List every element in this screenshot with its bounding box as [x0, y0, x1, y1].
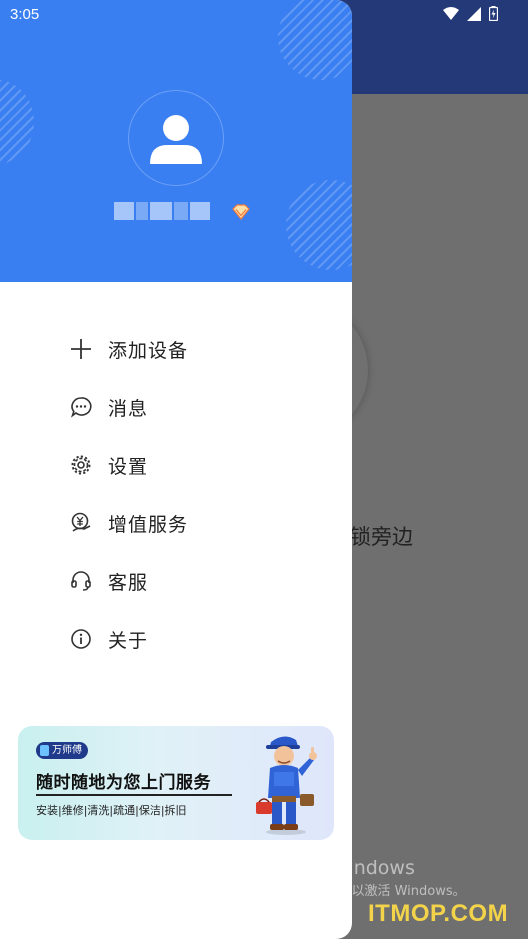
status-bar: 3:05 [0, 0, 528, 30]
message-icon [70, 396, 92, 418]
promo-banner[interactable]: 万师傅 随时随地为您上门服务 安装|维修|清洗|疏通|保洁|拆旧 [18, 726, 334, 840]
yuan-service-icon [70, 512, 92, 534]
user-icon [150, 115, 202, 164]
navigation-drawer: 添加设备 消息 设置 增值服务 客服 关于 万师傅 随时随地为您上门服务 安装|… [0, 0, 352, 939]
banner-headline: 随时随地为您上门服务 [36, 773, 211, 793]
menu-item-messages[interactable]: 消息 [0, 378, 352, 436]
menu-item-label: 关于 [108, 629, 149, 652]
wifi-icon [443, 7, 459, 20]
menu-item-label: 消息 [108, 397, 149, 420]
menu-item-label: 增值服务 [108, 513, 189, 536]
battery-icon [489, 6, 498, 21]
drawer-header [0, 0, 352, 282]
menu-item-about[interactable]: 关于 [0, 610, 352, 668]
background-hint-text: 锁旁边 [350, 525, 413, 549]
status-icons [443, 6, 498, 21]
vip-diamond-icon[interactable] [232, 204, 250, 220]
menu-item-label: 设置 [108, 455, 149, 478]
headset-icon [70, 570, 92, 592]
avatar[interactable] [128, 90, 224, 186]
drawer-menu: 添加设备 消息 设置 增值服务 客服 关于 [0, 320, 352, 668]
menu-item-add-device[interactable]: 添加设备 [0, 320, 352, 378]
gear-icon [70, 454, 92, 476]
site-watermark: ITMOP.COM [368, 900, 509, 927]
banner-divider [36, 794, 232, 796]
username-blurred [114, 202, 218, 222]
menu-item-settings[interactable]: 设置 [0, 436, 352, 494]
signal-icon [467, 6, 481, 21]
menu-item-value-added-services[interactable]: 增值服务 [0, 494, 352, 552]
repairman-illustration [256, 736, 317, 835]
banner-services: 安装|维修|清洗|疏通|保洁|拆旧 [36, 804, 187, 817]
menu-item-customer-service[interactable]: 客服 [0, 552, 352, 610]
menu-item-label: 客服 [108, 571, 149, 594]
decoration-circle [286, 180, 352, 270]
brand-badge: 万师傅 [36, 742, 88, 759]
decoration-circle [0, 80, 34, 164]
menu-item-label: 添加设备 [108, 339, 189, 362]
status-time: 3:05 [10, 6, 40, 23]
plus-icon [70, 338, 92, 360]
info-icon [70, 628, 92, 650]
